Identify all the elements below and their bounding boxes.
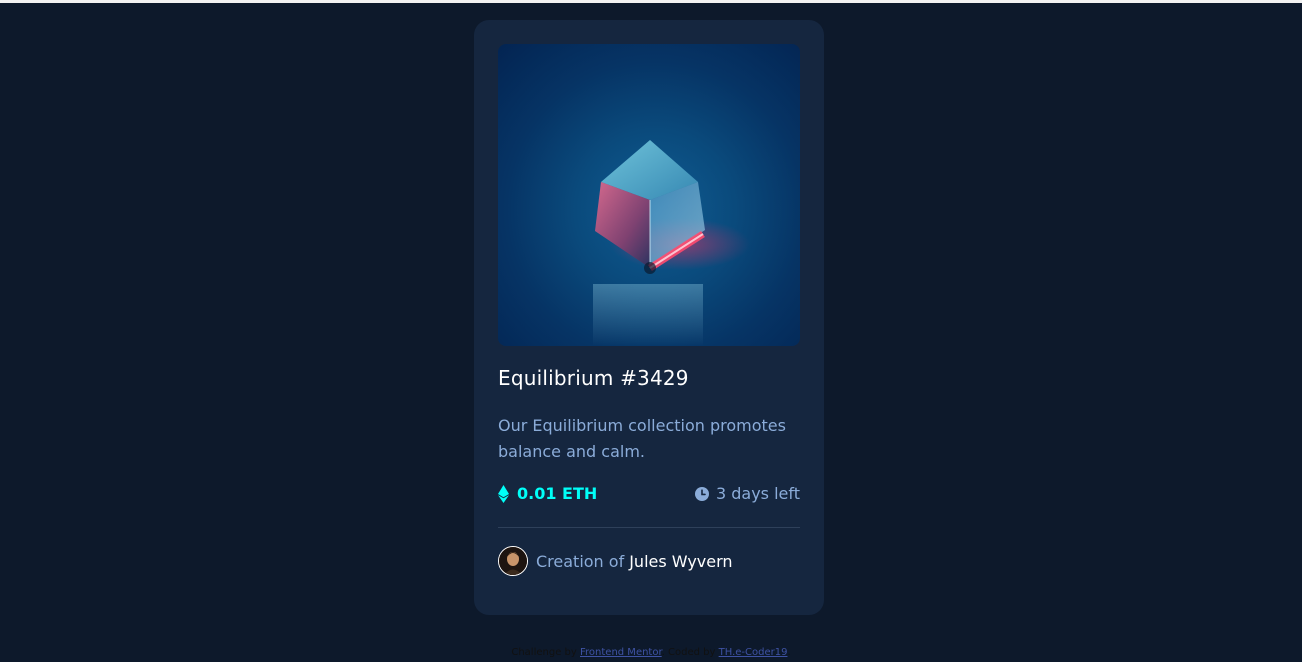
attribution: Challenge by Frontend Mentor. Coded by T… bbox=[511, 647, 791, 658]
coder-link[interactable]: TH.e-Coder19 bbox=[719, 647, 788, 658]
nft-image[interactable] bbox=[498, 44, 800, 346]
price: 0.01 ETH bbox=[498, 484, 597, 503]
divider bbox=[498, 527, 800, 528]
ethereum-icon bbox=[498, 484, 509, 503]
frontend-mentor-link[interactable]: Frontend Mentor bbox=[580, 647, 662, 658]
avatar bbox=[498, 546, 528, 576]
price-value: 0.01 ETH bbox=[517, 484, 598, 503]
nft-title[interactable]: Equilibrium #3429 bbox=[498, 366, 689, 390]
creator-prefix: Creation of bbox=[536, 551, 625, 571]
coded-prefix: Coded by bbox=[668, 647, 716, 658]
clock-icon bbox=[694, 486, 709, 501]
time-left-value: 3 days left bbox=[715, 484, 800, 503]
nft-stats: 0.01 ETH 3 days left bbox=[498, 484, 800, 508]
nft-description: Our Equilibrium collection promotes bala… bbox=[498, 416, 786, 461]
creator-name[interactable]: Jules Wyvern bbox=[629, 552, 732, 571]
nft-card: Equilibrium #3429 Our Equilibrium collec… bbox=[474, 20, 824, 615]
creator: Creation of Jules Wyvern bbox=[498, 546, 733, 576]
time-left: 3 days left bbox=[694, 484, 800, 503]
challenge-prefix: Challenge by bbox=[511, 647, 577, 658]
browser-top-strip bbox=[0, 0, 1302, 3]
cube-image bbox=[593, 140, 750, 346]
